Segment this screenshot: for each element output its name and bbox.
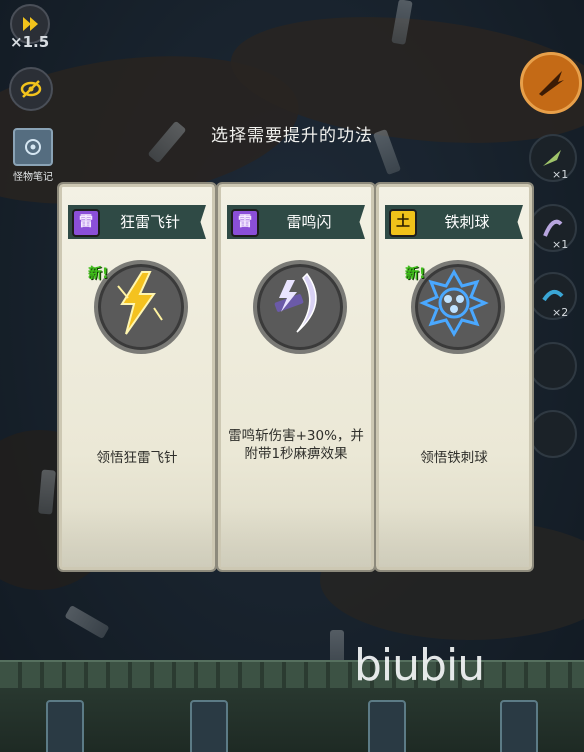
bestiary-label: 怪物笔记 (13, 172, 53, 183)
watermark: biubiu (354, 640, 485, 691)
ultimate-skill-button[interactable] (520, 52, 582, 114)
skill-name: 狂雷飞针 (119, 213, 180, 231)
hide-ui-button[interactable] (9, 67, 53, 111)
thunder-element-badge: 雷 (72, 209, 100, 237)
new-tag: 新! (405, 266, 426, 282)
skill-description: 领悟铁刺球 (420, 450, 488, 466)
fast-forward-icon (23, 17, 38, 31)
skill-card-banner: 雷 雷鸣闪 (227, 205, 365, 239)
thunder-slash-icon (253, 260, 347, 354)
skill-card-3[interactable]: 土 铁刺球 新! 领悟铁刺球 (376, 184, 532, 570)
skill-card-1[interactable]: 雷 狂雷飞针 新! 领悟狂雷飞针 (59, 184, 215, 570)
eye-off-icon (20, 80, 42, 98)
speed-label: ×1.5 (10, 33, 50, 51)
skill-description: 雷鸣斩伤害+30%，并附带1秒麻痹效果 (228, 428, 364, 462)
slot-2-count: ×1 (552, 238, 569, 251)
skill-name: 雷鸣闪 (286, 213, 332, 231)
empty-skill-slot-5[interactable] (529, 410, 577, 458)
skill-description: 领悟狂雷飞针 (96, 450, 178, 466)
thunder-element-badge: 雷 (231, 209, 259, 237)
new-tag: 新! (88, 266, 109, 282)
skill-name: 铁刺球 (444, 213, 490, 231)
skill-card-banner: 雷 狂雷飞针 (68, 205, 206, 239)
earth-element-badge: 土 (389, 209, 417, 237)
skill-card-2[interactable]: 雷 雷鸣闪 雷鸣斩伤害+30%，并附带1秒麻痹效果 (218, 184, 374, 570)
empty-skill-slot-4[interactable] (529, 342, 577, 390)
dialog-title: 选择需要提升的功法 (211, 126, 373, 146)
slash-attack-icon (539, 71, 564, 96)
slot-1-count: ×1 (552, 168, 569, 181)
skill-card-banner: 土 铁刺球 (385, 205, 523, 239)
slot-3-count: ×2 (552, 306, 569, 319)
